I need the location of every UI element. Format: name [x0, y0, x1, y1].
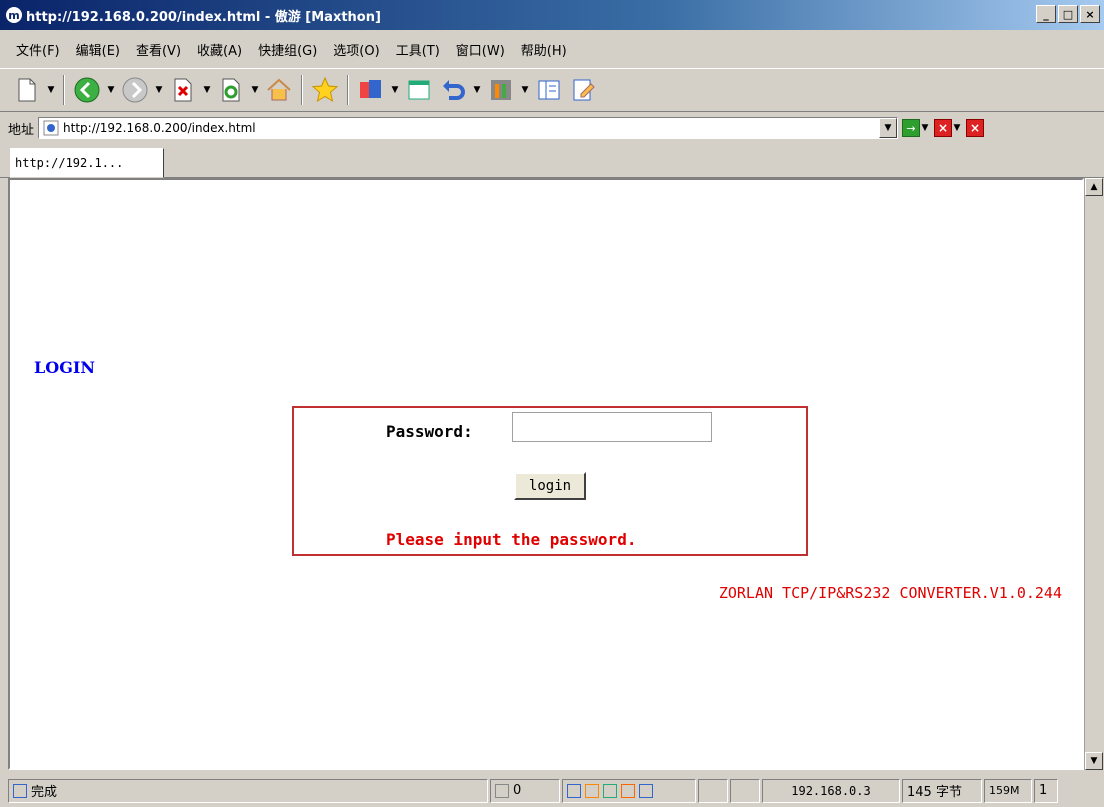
popup-block-icon	[495, 783, 509, 798]
toolbar-separator	[301, 75, 303, 105]
image-icon[interactable]	[585, 783, 599, 798]
forward-icon[interactable]	[120, 75, 150, 105]
minimize-button[interactable]: _	[1036, 5, 1056, 23]
edit-page-icon[interactable]	[568, 75, 598, 105]
page-content: LOGIN Password: login Please input the p…	[8, 178, 1084, 770]
tab-bar: http://192.1...	[0, 144, 1104, 178]
popup-block-cell[interactable]: 0	[490, 778, 560, 803]
close-page-button[interactable]: ×	[934, 119, 953, 137]
status-icons-cell[interactable]	[562, 778, 696, 803]
address-url: http://192.168.0.200/index.html	[63, 121, 256, 135]
menu-groups[interactable]: 快捷组(G)	[250, 38, 325, 61]
window-icon[interactable]	[404, 75, 434, 105]
close-all-button[interactable]: ×	[966, 119, 985, 137]
menu-favorites[interactable]: 收藏(A)	[189, 38, 250, 61]
menu-file[interactable]: 文件(F)	[8, 38, 68, 61]
tools-icon[interactable]	[486, 75, 516, 105]
chevron-down-icon[interactable]: ▼	[920, 123, 930, 133]
status-empty-cell	[698, 778, 728, 803]
popup-count: 0	[513, 783, 522, 798]
chevron-down-icon[interactable]: ▼	[952, 123, 962, 133]
new-page-icon[interactable]	[12, 75, 42, 105]
address-input[interactable]: http://192.168.0.200/index.html ▼	[38, 117, 899, 139]
ie-page-icon	[43, 120, 59, 136]
chevron-down-icon[interactable]: ▼	[154, 85, 164, 95]
window-controls: _ □ ×	[1036, 5, 1100, 23]
menu-tools[interactable]: 工具(T)	[388, 38, 448, 61]
maxthon-logo-icon: m	[6, 7, 22, 23]
chevron-down-icon[interactable]: ▼	[520, 85, 530, 95]
page-count: 1	[1034, 778, 1058, 803]
proxy-icon[interactable]	[639, 783, 653, 798]
toolbar: ▼ ▼ ▼ ▼ ▼ ▼ ▼ ▼	[0, 68, 1104, 112]
chevron-down-icon[interactable]: ▼	[46, 85, 56, 95]
scroll-down-icon[interactable]: ▼	[1085, 752, 1103, 770]
password-label: Password:	[386, 422, 473, 441]
memory-usage: 159M	[984, 778, 1032, 803]
ip-address: 192.168.0.3	[762, 778, 900, 803]
address-bar: 地址 http://192.168.0.200/index.html ▼ → ▼…	[0, 114, 1104, 142]
sidebar-icon[interactable]	[534, 75, 564, 105]
login-form: Password: login Please input the passwor…	[292, 406, 808, 556]
menu-view[interactable]: 查看(V)	[128, 38, 189, 61]
menu-edit[interactable]: 编辑(E)	[68, 38, 128, 61]
close-button[interactable]: ×	[1080, 5, 1100, 23]
status-text: 完成	[31, 785, 58, 800]
chevron-down-icon[interactable]: ▼	[472, 85, 482, 95]
menu-bar: 文件(F) 编辑(E) 查看(V) 收藏(A) 快捷组(G) 选项(O) 工具(…	[0, 36, 1104, 62]
toolbar-separator	[63, 75, 65, 105]
sound-icon[interactable]	[567, 783, 581, 798]
menu-window[interactable]: 窗口(W)	[448, 38, 513, 61]
address-label: 地址	[8, 122, 35, 138]
chevron-down-icon[interactable]: ▼	[250, 85, 260, 95]
favorites-star-icon[interactable]	[310, 75, 340, 105]
login-button[interactable]: login	[514, 472, 586, 500]
bytes-count: 145 字节	[902, 778, 982, 803]
menu-options[interactable]: 选项(O)	[325, 38, 387, 61]
maximize-button[interactable]: □	[1058, 5, 1078, 23]
script-icon[interactable]	[603, 783, 617, 798]
error-message: Please input the password.	[386, 530, 637, 549]
scrollbar[interactable]: ▲ ▼	[1084, 178, 1103, 770]
menu-help[interactable]: 帮助(H)	[513, 38, 575, 61]
toolbar-separator	[347, 75, 349, 105]
tab-current[interactable]: http://192.1...	[10, 148, 164, 178]
status-empty-cell	[730, 778, 760, 803]
undo-icon[interactable]	[438, 75, 468, 105]
chevron-down-icon[interactable]: ▼	[390, 85, 400, 95]
go-button[interactable]: →	[902, 119, 921, 137]
refresh-icon[interactable]	[216, 75, 246, 105]
page-status-icon	[13, 783, 27, 798]
groups-icon[interactable]	[356, 75, 386, 105]
chevron-down-icon[interactable]: ▼	[879, 118, 898, 138]
status-text-cell: 完成	[8, 778, 488, 803]
back-icon[interactable]	[72, 75, 102, 105]
chevron-down-icon[interactable]: ▼	[106, 85, 116, 95]
version-text: ZORLAN TCP/IP&RS232 CONVERTER.V1.0.244	[718, 584, 1062, 602]
activex-icon[interactable]	[621, 783, 635, 798]
scroll-up-icon[interactable]: ▲	[1085, 178, 1103, 196]
stop-icon[interactable]	[168, 75, 198, 105]
title-bar: m http://192.168.0.200/index.html - 傲游 […	[0, 0, 1104, 30]
page-title: LOGIN	[34, 358, 95, 377]
status-bar: 完成 0 192.168.0.3 145 字节 159M 1	[0, 774, 1104, 807]
chevron-down-icon[interactable]: ▼	[202, 85, 212, 95]
window-title: http://192.168.0.200/index.html - 傲游 [Ma…	[26, 9, 381, 25]
password-field[interactable]	[512, 412, 712, 442]
home-icon[interactable]	[264, 75, 294, 105]
